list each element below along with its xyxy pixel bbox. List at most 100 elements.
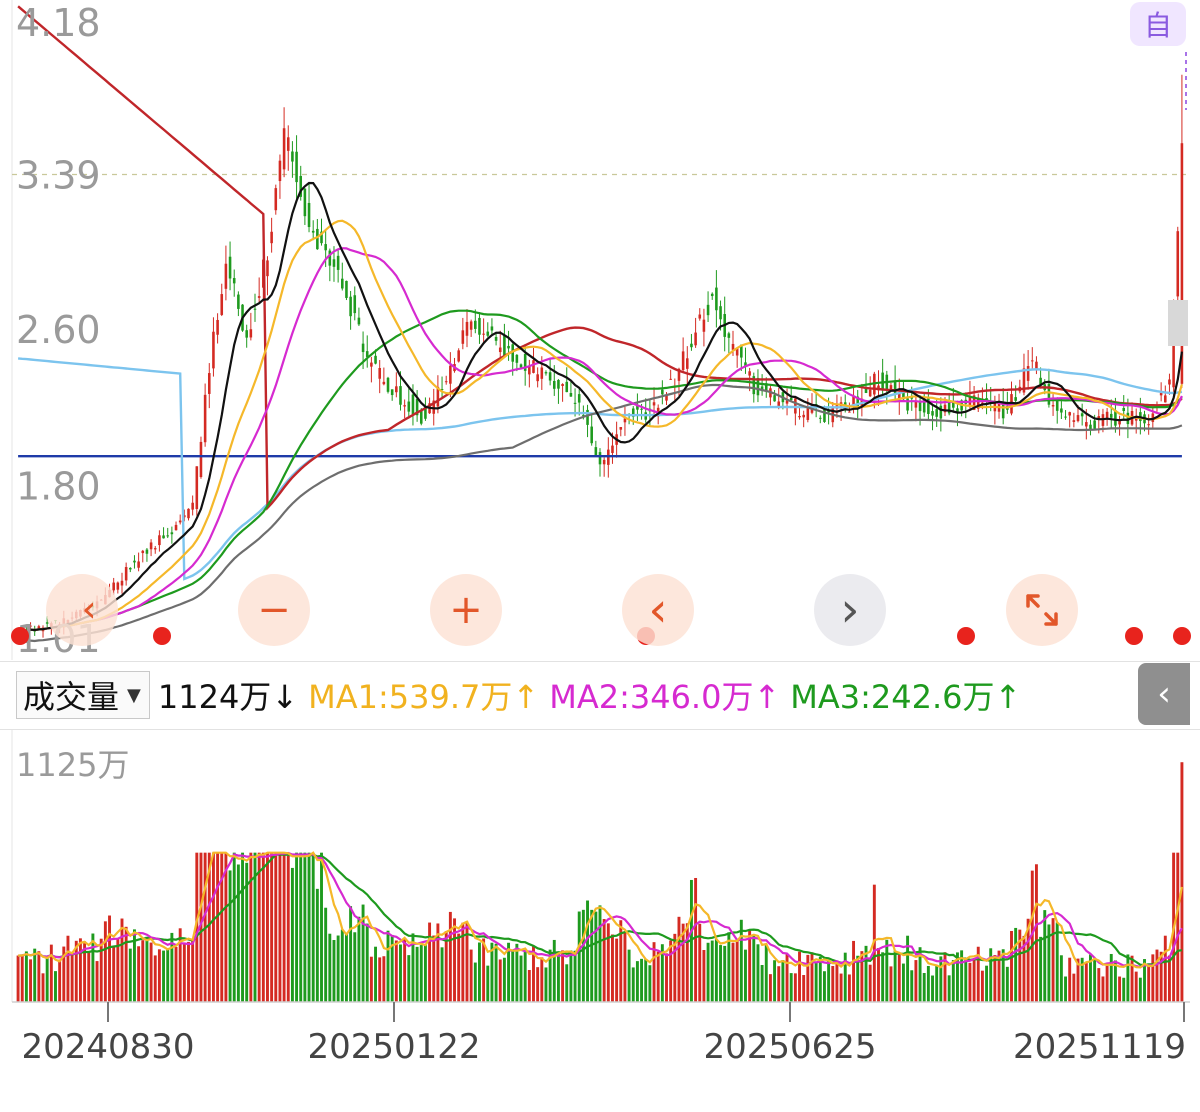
candle (619, 427, 623, 437)
volume-bar (511, 949, 515, 1002)
x-axis-date-label: 20250625 (703, 1027, 876, 1067)
caret-down-icon: ▼ (127, 684, 141, 706)
volume-bar (544, 967, 548, 1002)
candle (935, 399, 938, 427)
volume-bar (640, 958, 644, 1002)
volume-bar (1101, 976, 1105, 1002)
zoom-in-button[interactable]: + (430, 574, 502, 646)
volume-bar (153, 955, 157, 1002)
volume-bar (419, 945, 423, 1002)
next-button[interactable]: › (814, 574, 886, 646)
volume-bar (315, 888, 319, 1002)
chevron-left-icon: ‹ (1157, 674, 1171, 714)
volume-bar (236, 864, 240, 1002)
volume-bar (1010, 930, 1013, 1002)
collapse-panel-button[interactable]: ‹ (1138, 663, 1190, 725)
volume-bar (1163, 935, 1167, 1002)
candle (661, 380, 664, 405)
volume-bar (157, 949, 161, 1002)
candle (386, 376, 390, 394)
volume-bar (802, 975, 806, 1002)
volume-bar (598, 905, 602, 1002)
volume-chart[interactable]: 1125万 20240830 20250122 20250625 20251119 (0, 730, 1200, 1112)
candle (1068, 411, 1071, 428)
volume-bar (407, 955, 411, 1002)
candle (864, 373, 868, 394)
arrow-up-icon: ↑ (512, 678, 540, 716)
candle (769, 384, 772, 406)
candle (170, 526, 174, 544)
rewind-button[interactable]: ‹‹ (46, 574, 118, 646)
price-axis-label: 3.39 (16, 154, 101, 198)
price-axis-label: 4.18 (16, 1, 101, 45)
candle (1072, 412, 1076, 428)
volume-bar (835, 961, 839, 1002)
volume-ma3: MA3:242.6万↑ (790, 678, 1022, 716)
candle (690, 333, 693, 351)
volume-bar (261, 852, 265, 1002)
candle (133, 555, 136, 569)
volume-bar (561, 950, 565, 1002)
candle (187, 508, 190, 521)
candle (561, 383, 564, 402)
fullscreen-button[interactable] (1006, 574, 1078, 646)
volume-bar (764, 944, 768, 1002)
volume-bar (985, 965, 989, 1002)
volume-bar (1059, 955, 1063, 1002)
candle (1147, 414, 1150, 435)
volume-bar (369, 956, 373, 1002)
volume-bar (382, 956, 386, 1002)
candle (457, 348, 460, 363)
candle (1064, 410, 1067, 420)
volume-bar (922, 972, 926, 1002)
candle (1089, 419, 1092, 436)
price-scroll-handle[interactable] (1168, 300, 1188, 346)
price-axis-label: 2.60 (16, 308, 101, 352)
volume-bar (606, 923, 610, 1002)
volume-bar (166, 949, 170, 1002)
volume-header: 成交量 ▼ 1124万↓ MA1:539.7万↑ MA2:346.0万↑ MA3… (0, 662, 1200, 728)
arrow-up-icon: ↑ (753, 678, 781, 716)
indicator-selector[interactable]: 成交量 ▼ (16, 671, 150, 719)
volume-bar (910, 970, 914, 1002)
candle (976, 393, 980, 412)
volume-bar (1130, 955, 1134, 1002)
volume-bar (37, 951, 41, 1002)
candle (794, 395, 797, 426)
volume-bar (744, 949, 747, 1002)
price-chart[interactable]: 4.183.392.601.801.01 (0, 0, 1200, 660)
zoom-out-button[interactable]: − (238, 574, 310, 646)
volume-bar (980, 970, 984, 1002)
volume-bar (87, 952, 91, 1002)
volume-bar (1180, 762, 1184, 1002)
volume-bar (814, 962, 818, 1002)
candle (116, 581, 120, 594)
volume-bar (885, 939, 889, 1002)
volume-bar (914, 960, 918, 1002)
previous-button[interactable]: ‹ (622, 574, 694, 646)
volume-bar (307, 852, 311, 1002)
volume-bar (187, 941, 190, 1002)
volume-bar (756, 944, 760, 1002)
volume-bar (719, 945, 722, 1002)
volume-bar (590, 909, 594, 1002)
candle (220, 283, 224, 317)
volume-bar (1055, 922, 1059, 1002)
volume-bar (806, 954, 810, 1002)
candle (120, 572, 124, 594)
volume-bar (108, 915, 111, 1002)
x-axis-date-label: 20250122 (307, 1027, 480, 1067)
candle (266, 256, 269, 296)
candle (278, 154, 282, 199)
volume-bar (623, 932, 627, 1002)
volume-bar (847, 974, 851, 1002)
self-select-badge[interactable]: 自 (1130, 2, 1186, 46)
candle (216, 313, 219, 344)
candle (694, 317, 697, 348)
volume-bar (469, 949, 473, 1002)
volume-bar (852, 940, 856, 1002)
volume-bar (124, 926, 128, 1002)
ma-yellow-line (17, 219, 1183, 633)
candle (868, 376, 872, 397)
ma-red-line (17, 5, 1183, 511)
